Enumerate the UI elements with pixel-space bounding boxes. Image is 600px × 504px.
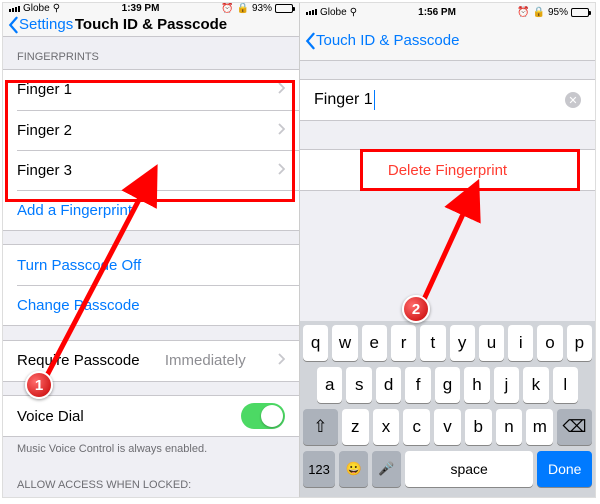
key-o[interactable]: o — [537, 325, 562, 361]
key-e[interactable]: e — [362, 325, 387, 361]
battery-percent: 95% — [548, 7, 568, 18]
key-y[interactable]: y — [450, 325, 475, 361]
require-passcode-value: Immediately — [165, 352, 246, 369]
battery-icon — [275, 4, 293, 13]
key-done[interactable]: Done — [537, 451, 592, 487]
keyboard: q w e r t y u i o p a s d f g h j k l — [300, 321, 595, 497]
key-s[interactable]: s — [346, 367, 371, 403]
voice-dial-row: Voice Dial — [3, 396, 299, 436]
text-cursor — [374, 90, 376, 110]
chevron-right-icon — [277, 352, 285, 369]
phone-right: Globe ⚲ 1:56 PM ⏰ 🔒 95% Touch ID & Passc… — [299, 3, 595, 497]
key-mic[interactable]: 🎤 — [372, 451, 401, 487]
key-x[interactable]: x — [373, 409, 400, 445]
key-shift[interactable]: ⇧ — [303, 409, 338, 445]
phone-left: Globe ⚲ 1:39 PM ⏰ 🔒 93% Settings Touch I… — [3, 3, 299, 497]
key-p[interactable]: p — [567, 325, 592, 361]
chevron-right-icon — [277, 81, 285, 98]
key-u[interactable]: u — [479, 325, 504, 361]
fingerprint-label: Finger 1 — [17, 81, 72, 98]
nav-bar: Settings Touch ID & Passcode — [3, 14, 299, 37]
wifi-icon: ⚲ — [53, 3, 60, 14]
back-label: Touch ID & Passcode — [316, 32, 459, 49]
clear-input-button[interactable]: ✕ — [565, 92, 581, 108]
input-value: Finger 1 — [314, 91, 373, 109]
status-bar: Globe ⚲ 1:39 PM ⏰ 🔒 93% — [3, 3, 299, 14]
status-time: 1:56 PM — [418, 7, 456, 18]
key-w[interactable]: w — [332, 325, 357, 361]
rotation-lock-icon: 🔒 — [533, 7, 545, 18]
add-fingerprint-button[interactable]: Add a Fingerprint — [17, 190, 299, 230]
add-fingerprint-label: Add a Fingerprint — [17, 202, 132, 219]
key-emoji[interactable]: 😀 — [339, 451, 368, 487]
fingerprints-group: Finger 1 Finger 2 Finger 3 Add a Fingerp… — [3, 69, 299, 231]
keyboard-row: q w e r t y u i o p — [303, 325, 592, 361]
fingerprint-item[interactable]: Finger 3 — [17, 150, 299, 190]
fingerprint-label: Finger 3 — [17, 162, 72, 179]
key-numbers[interactable]: 123 — [303, 451, 335, 487]
require-passcode-label: Require Passcode — [17, 352, 140, 369]
key-g[interactable]: g — [435, 367, 460, 403]
carrier-label: Globe — [23, 3, 50, 14]
fingerprint-label: Finger 2 — [17, 122, 72, 139]
fingerprint-name-input[interactable]: Finger 1 ✕ — [300, 79, 595, 121]
battery-percent: 93% — [252, 3, 272, 14]
keyboard-row: ⇧ z x c v b n m ⌫ — [303, 409, 592, 445]
signal-icon — [9, 6, 20, 12]
back-label: Settings — [19, 16, 73, 33]
key-c[interactable]: c — [403, 409, 430, 445]
status-time: 1:39 PM — [122, 3, 160, 14]
alarm-icon: ⏰ — [517, 7, 529, 18]
annotation-step-2: 2 — [402, 295, 430, 323]
chevron-left-icon — [304, 32, 316, 50]
status-bar: Globe ⚲ 1:56 PM ⏰ 🔒 95% — [300, 3, 595, 21]
key-l[interactable]: l — [553, 367, 578, 403]
key-n[interactable]: n — [496, 409, 523, 445]
key-t[interactable]: t — [420, 325, 445, 361]
chevron-left-icon — [7, 16, 19, 34]
key-h[interactable]: h — [464, 367, 489, 403]
key-v[interactable]: v — [434, 409, 461, 445]
delete-fingerprint-button[interactable]: Delete Fingerprint — [300, 150, 595, 190]
key-space[interactable]: space — [405, 451, 533, 487]
key-i[interactable]: i — [508, 325, 533, 361]
chevron-right-icon — [277, 162, 285, 179]
key-b[interactable]: b — [465, 409, 492, 445]
battery-icon — [571, 8, 589, 17]
keyboard-row: 123 😀 🎤 space Done — [303, 451, 592, 487]
key-backspace[interactable]: ⌫ — [557, 409, 592, 445]
key-k[interactable]: k — [523, 367, 548, 403]
chevron-right-icon — [277, 122, 285, 139]
fingerprint-item[interactable]: Finger 1 — [3, 70, 299, 110]
fingerprints-header: FINGERPRINTS — [3, 37, 299, 69]
change-passcode-button[interactable]: Change Passcode — [17, 285, 299, 325]
turn-passcode-off-button[interactable]: Turn Passcode Off — [3, 245, 299, 285]
fingerprint-item[interactable]: Finger 2 — [17, 110, 299, 150]
key-r[interactable]: r — [391, 325, 416, 361]
rotation-lock-icon: 🔒 — [237, 3, 249, 14]
back-button[interactable]: Settings — [3, 16, 73, 34]
alarm-icon: ⏰ — [221, 3, 233, 14]
key-f[interactable]: f — [405, 367, 430, 403]
keyboard-row: a s d f g h j k l — [303, 367, 592, 403]
key-d[interactable]: d — [376, 367, 401, 403]
voice-dial-switch[interactable] — [241, 403, 285, 429]
nav-bar: Touch ID & Passcode — [300, 21, 595, 61]
voice-footer: Music Voice Control is always enabled. — [3, 437, 299, 465]
key-q[interactable]: q — [303, 325, 328, 361]
key-j[interactable]: j — [494, 367, 519, 403]
wifi-icon: ⚲ — [350, 7, 357, 18]
back-button[interactable]: Touch ID & Passcode — [300, 32, 459, 50]
annotation-step-1: 1 — [25, 371, 53, 399]
allow-access-header: ALLOW ACCESS WHEN LOCKED: — [3, 465, 299, 497]
key-z[interactable]: z — [342, 409, 369, 445]
signal-icon — [306, 9, 317, 15]
carrier-label: Globe — [320, 7, 347, 18]
key-a[interactable]: a — [317, 367, 342, 403]
voice-dial-label: Voice Dial — [17, 408, 84, 425]
key-m[interactable]: m — [526, 409, 553, 445]
